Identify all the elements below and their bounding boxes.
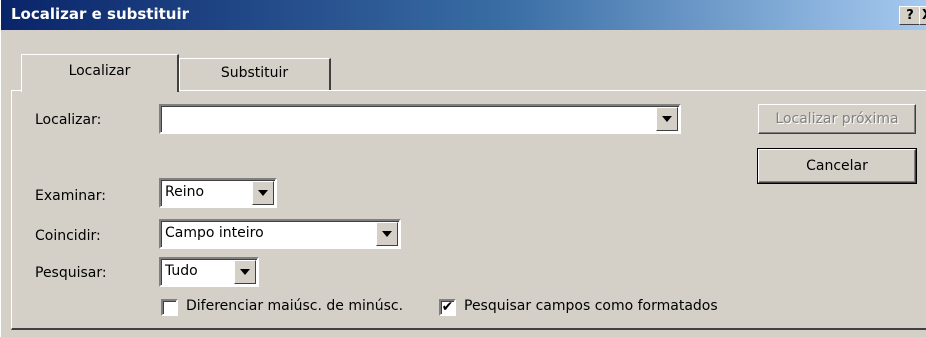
title-bar[interactable]: Localizar e substituir ? X bbox=[1, 0, 926, 30]
chevron-down-icon bbox=[258, 190, 268, 196]
find-label: Localizar: bbox=[35, 112, 102, 128]
close-button[interactable]: X bbox=[919, 6, 926, 25]
find-next-button[interactable]: Localizar próxima bbox=[758, 104, 916, 134]
match-combobox[interactable]: Campo inteiro bbox=[159, 219, 401, 249]
window-title: Localizar e substituir bbox=[11, 5, 190, 23]
find-combobox[interactable] bbox=[159, 104, 681, 134]
examine-combobox[interactable]: Reino bbox=[159, 178, 277, 208]
match-case-checkbox[interactable] bbox=[161, 299, 178, 316]
chevron-down-icon bbox=[240, 269, 250, 275]
help-button[interactable]: ? bbox=[899, 6, 921, 25]
examine-value: Reino bbox=[165, 184, 205, 200]
chevron-down-icon bbox=[382, 231, 392, 237]
chevron-down-icon bbox=[662, 116, 672, 122]
examine-dropdown-button[interactable] bbox=[252, 181, 274, 205]
tab-localizar[interactable]: Localizar bbox=[21, 54, 179, 92]
find-dropdown-button[interactable] bbox=[656, 107, 678, 131]
search-dropdown-button[interactable] bbox=[234, 260, 256, 284]
search-value: Tudo bbox=[165, 263, 198, 279]
examine-label: Examinar: bbox=[35, 188, 106, 204]
search-formatted-checkbox[interactable]: ✔ bbox=[439, 299, 456, 316]
search-label: Pesquisar: bbox=[35, 265, 107, 281]
match-dropdown-button[interactable] bbox=[376, 222, 398, 246]
match-value: Campo inteiro bbox=[165, 225, 264, 241]
search-formatted-label[interactable]: Pesquisar campos como formatados bbox=[464, 298, 718, 314]
match-case-label[interactable]: Diferenciar maiúsc. de minúsc. bbox=[186, 298, 403, 314]
cancel-button[interactable]: Cancelar bbox=[757, 148, 917, 184]
match-label: Coincidir: bbox=[35, 228, 101, 244]
find-replace-dialog: Localizar e substituir ? X Localizar Sub… bbox=[0, 0, 926, 337]
search-combobox[interactable]: Tudo bbox=[159, 257, 259, 287]
tab-substituir[interactable]: Substituir bbox=[179, 58, 331, 90]
